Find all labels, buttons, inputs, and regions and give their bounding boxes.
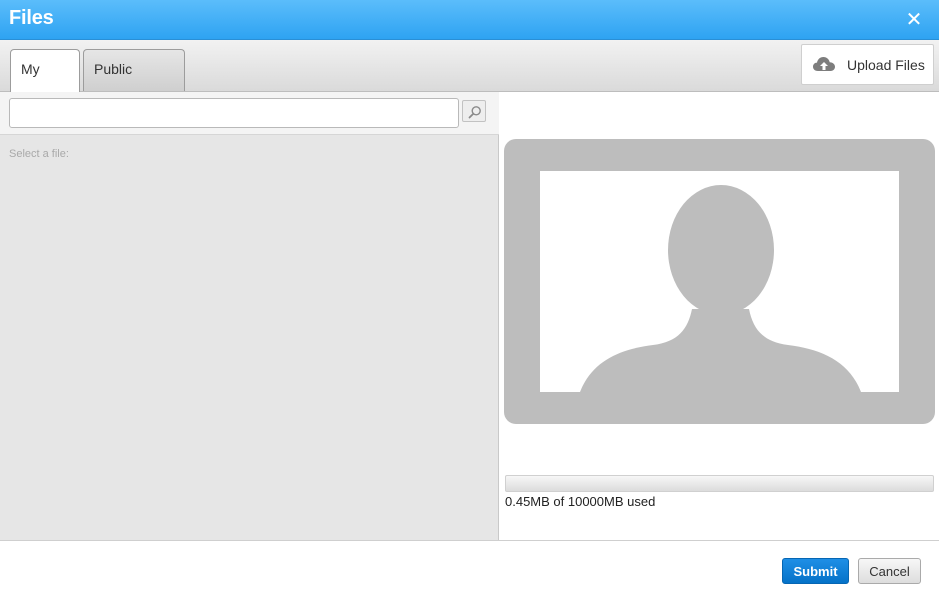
tab-public-gallery[interactable]: Public Gallery (83, 49, 185, 115)
search-button[interactable] (462, 100, 486, 122)
preview-pane: 0.45MB of 10000MB used (500, 92, 939, 540)
preview-image-placeholder (540, 171, 899, 392)
upload-files-button[interactable]: Upload Files (801, 44, 934, 85)
person-silhouette-icon (580, 185, 861, 392)
close-icon[interactable]: ✕ (904, 10, 924, 30)
search-bar (0, 92, 499, 135)
tab-bar: My Files Public Gallery Upload Files (0, 40, 939, 115)
storage-usage-bar (505, 475, 934, 492)
cancel-button[interactable]: Cancel (858, 558, 921, 584)
dialog-footer: Submit Cancel (0, 540, 939, 594)
file-browser-pane: Select a file: (0, 92, 499, 540)
dialog-titlebar: Files ✕ (0, 0, 939, 40)
tab-my-files[interactable]: My Files (10, 49, 80, 115)
search-icon (468, 106, 481, 119)
file-preview-frame (504, 139, 935, 424)
upload-files-label: Upload Files (847, 57, 925, 73)
search-input[interactable] (9, 98, 459, 128)
storage-usage-text: 0.45MB of 10000MB used (505, 494, 656, 509)
submit-button[interactable]: Submit (782, 558, 849, 584)
dialog-title: Files (9, 7, 54, 29)
cloud-upload-icon (813, 57, 835, 71)
file-list-prompt: Select a file: (9, 148, 69, 160)
